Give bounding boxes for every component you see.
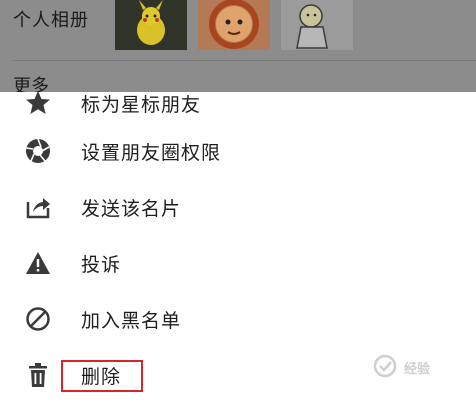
report-option[interactable]: 投诉 [0,234,476,290]
blacklist-option[interactable]: 加入黑名单 [0,290,476,346]
send-card-label: 发送该名片 [81,198,182,220]
aperture-icon [25,138,51,164]
blacklist-label: 加入黑名单 [81,310,182,332]
delete-highlight-box [61,360,143,392]
block-icon [25,306,51,332]
album-thumbnail [281,0,353,50]
send-card-option[interactable]: 发送该名片 [0,178,476,234]
moments-permission-label: 设置朋友圈权限 [81,142,222,164]
report-label: 投诉 [81,254,122,276]
personal-album-row[interactable]: 个人相册 [0,0,476,60]
star-friend-label: 标为星标朋友 [81,94,202,116]
album-label: 个人相册 [13,10,89,31]
album-thumbnail [198,0,270,50]
share-icon [25,194,51,220]
trash-icon [25,362,51,388]
warning-icon [25,250,51,276]
divider [13,60,476,61]
album-thumbnail [115,0,187,50]
star-icon [25,92,51,116]
moments-permission-option[interactable]: 设置朋友圈权限 [0,122,476,178]
watermark-text: 经验 [404,362,431,377]
